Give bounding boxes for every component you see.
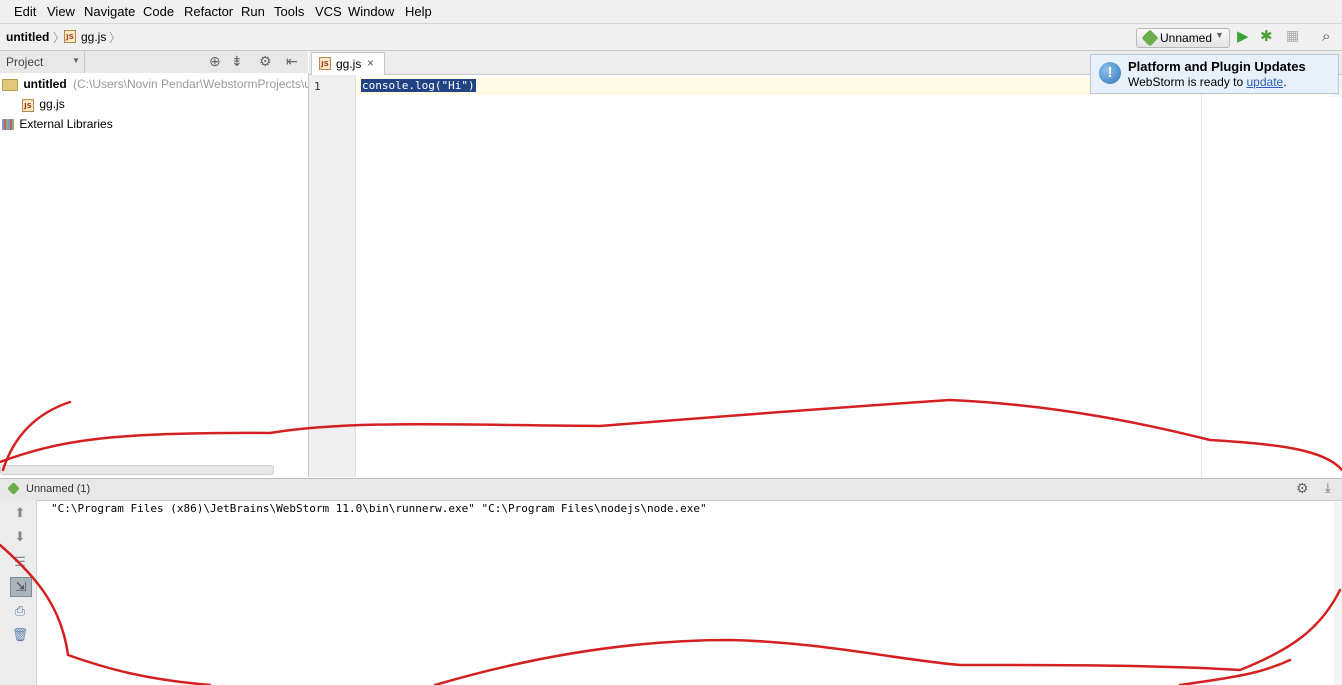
red-annotation-circle: [0, 398, 1342, 685]
